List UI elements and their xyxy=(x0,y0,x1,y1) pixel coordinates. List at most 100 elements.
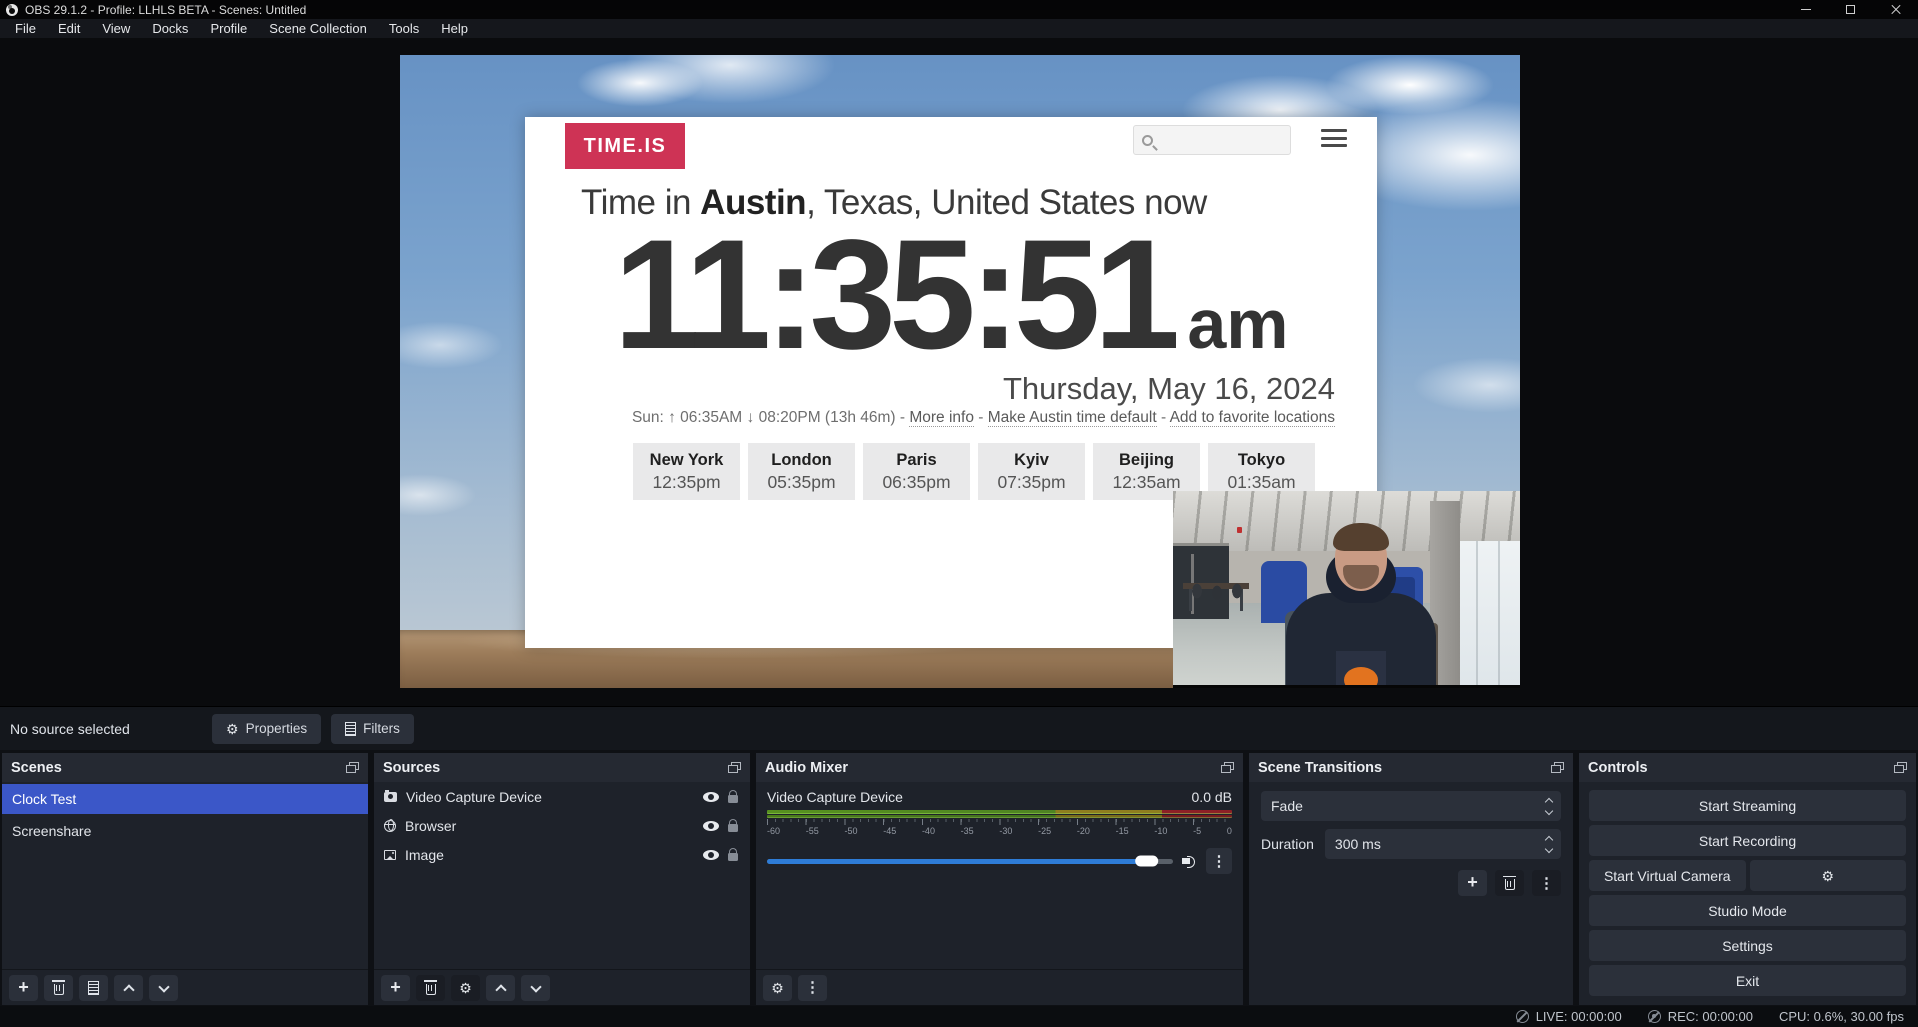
scene-item-clock-test[interactable]: Clock Test xyxy=(2,784,368,814)
city-tile-new-york[interactable]: New York12:35pm xyxy=(633,443,740,500)
timeis-search-input[interactable] xyxy=(1133,125,1291,155)
add-transition-button[interactable]: + xyxy=(1458,870,1487,896)
city-name: Tokyo xyxy=(1208,451,1315,470)
add-source-button[interactable]: + xyxy=(381,975,410,1001)
menu-file[interactable]: File xyxy=(4,19,47,39)
lock-icon[interactable] xyxy=(728,795,738,803)
city-time: 05:35pm xyxy=(748,472,855,493)
city-tile-paris[interactable]: Paris06:35pm xyxy=(863,443,970,500)
select-spinner[interactable] xyxy=(1542,791,1556,821)
webcam-chairs xyxy=(1187,577,1247,611)
chevron-up-icon xyxy=(123,984,134,995)
image-icon xyxy=(384,850,396,860)
sources-list: Video Capture Device Browser Image + ⚙ xyxy=(374,782,750,1005)
menu-docks[interactable]: Docks xyxy=(141,19,199,39)
chevron-up-icon xyxy=(495,984,506,995)
menu-help[interactable]: Help xyxy=(430,19,479,39)
start-recording-button[interactable]: Start Recording xyxy=(1589,825,1906,856)
remove-transition-button[interactable] xyxy=(1495,870,1524,896)
add-favorite-link[interactable]: Add to favorite locations xyxy=(1170,409,1335,427)
scene-move-down-button[interactable] xyxy=(149,975,178,1001)
filters-icon xyxy=(345,722,356,736)
more-info-link[interactable]: More info xyxy=(909,409,974,427)
speaker-icon[interactable] xyxy=(1182,855,1197,867)
source-move-down-button[interactable] xyxy=(521,975,550,1001)
duration-input[interactable]: 300 ms xyxy=(1325,829,1561,859)
popout-icon[interactable] xyxy=(1551,762,1564,773)
visibility-eye-icon[interactable] xyxy=(703,821,719,831)
menu-profile[interactable]: Profile xyxy=(199,19,258,39)
menu-edit[interactable]: Edit xyxy=(47,19,91,39)
make-default-link[interactable]: Make Austin time default xyxy=(988,409,1157,427)
remove-scene-button[interactable] xyxy=(44,975,73,1001)
properties-button[interactable]: ⚙ Properties xyxy=(212,714,321,744)
city-tile-kyiv[interactable]: Kyiv07:35pm xyxy=(978,443,1085,500)
advanced-audio-button[interactable]: ⚙ xyxy=(763,975,792,1001)
tick-label: -20 xyxy=(1077,826,1090,836)
source-item-image[interactable]: Image xyxy=(374,840,750,869)
studio-mode-button[interactable]: Studio Mode xyxy=(1589,895,1906,926)
sources-header: Sources xyxy=(374,753,750,782)
popout-icon[interactable] xyxy=(1894,762,1907,773)
start-streaming-button[interactable]: Start Streaming xyxy=(1589,790,1906,821)
tick-label: -10 xyxy=(1154,826,1167,836)
maximize-button[interactable] xyxy=(1828,0,1873,19)
mixer-menu-button[interactable]: ⋮ xyxy=(798,975,827,1001)
preview-area: TIME.IS Time in Austin, Texas, United St… xyxy=(0,39,1918,706)
menu-scene-collection[interactable]: Scene Collection xyxy=(258,19,378,39)
obs-logo-icon xyxy=(6,4,18,16)
status-bar: LIVE: 00:00:00 REC: 00:00:00 CPU: 0.6%, … xyxy=(0,1006,1918,1027)
link-separator: - xyxy=(974,409,988,426)
close-button[interactable] xyxy=(1873,0,1918,19)
add-scene-button[interactable]: + xyxy=(9,975,38,1001)
popout-icon[interactable] xyxy=(1221,762,1234,773)
mixer-channel-menu-button[interactable]: ⋮ xyxy=(1206,848,1232,874)
visibility-eye-icon[interactable] xyxy=(703,792,719,802)
scene-move-up-button[interactable] xyxy=(114,975,143,1001)
source-properties-button[interactable]: ⚙ xyxy=(451,975,480,1001)
virtual-camera-config-button[interactable]: ⚙ xyxy=(1750,860,1907,891)
source-move-up-button[interactable] xyxy=(486,975,515,1001)
program-canvas[interactable]: TIME.IS Time in Austin, Texas, United St… xyxy=(400,55,1520,688)
scene-item-screenshare[interactable]: Screenshare xyxy=(2,816,368,846)
sun-times: Sun: ↑ 06:35AM ↓ 08:20PM (13h 46m) - xyxy=(632,409,909,426)
link-separator: - xyxy=(1157,409,1170,426)
scene-filters-button[interactable] xyxy=(79,975,108,1001)
source-item-video-capture[interactable]: Video Capture Device xyxy=(374,782,750,811)
popout-icon[interactable] xyxy=(346,762,359,773)
transition-select[interactable]: Fade xyxy=(1261,791,1561,821)
lock-icon[interactable] xyxy=(728,824,738,832)
menu-tools[interactable]: Tools xyxy=(378,19,430,39)
volume-slider-fill xyxy=(767,859,1149,864)
menu-view[interactable]: View xyxy=(91,19,141,39)
timeis-date: Thursday, May 16, 2024 xyxy=(1003,371,1335,407)
mixer-toolbar: ⚙ ⋮ xyxy=(756,969,1243,1005)
audio-mixer-header: Audio Mixer xyxy=(756,753,1243,782)
remove-source-button[interactable] xyxy=(416,975,445,1001)
visibility-eye-icon[interactable] xyxy=(703,850,719,860)
chevron-down-icon xyxy=(530,981,541,992)
volume-slider-handle[interactable] xyxy=(1135,856,1158,867)
settings-button[interactable]: Settings xyxy=(1589,930,1906,961)
city-tile-london[interactable]: London05:35pm xyxy=(748,443,855,500)
start-virtual-camera-button[interactable]: Start Virtual Camera xyxy=(1589,860,1746,891)
hamburger-menu-icon[interactable] xyxy=(1321,129,1347,147)
scenes-header: Scenes xyxy=(2,753,368,782)
source-item-browser[interactable]: Browser xyxy=(374,811,750,840)
popout-icon[interactable] xyxy=(728,762,741,773)
minimize-button[interactable] xyxy=(1783,0,1828,19)
exit-button[interactable]: Exit xyxy=(1589,965,1906,996)
lock-icon[interactable] xyxy=(728,853,738,861)
chevron-down-icon xyxy=(158,981,169,992)
controls-body: Start Streaming Start Recording Start Vi… xyxy=(1579,782,1916,1005)
filters-label: Filters xyxy=(363,721,400,736)
city-time: 07:35pm xyxy=(978,472,1085,493)
volume-slider[interactable] xyxy=(767,859,1173,864)
audio-mixer-panel: Audio Mixer Video Capture Device 0.0 dB … xyxy=(756,753,1243,1005)
camera-icon xyxy=(384,792,397,802)
filters-button[interactable]: Filters xyxy=(331,714,414,744)
duration-spinner[interactable] xyxy=(1542,829,1556,859)
transition-menu-button[interactable]: ⋮ xyxy=(1532,870,1561,896)
dock-area: Scenes Clock Test Screenshare + Sources … xyxy=(0,750,1918,1006)
tick-label: -25 xyxy=(1038,826,1051,836)
